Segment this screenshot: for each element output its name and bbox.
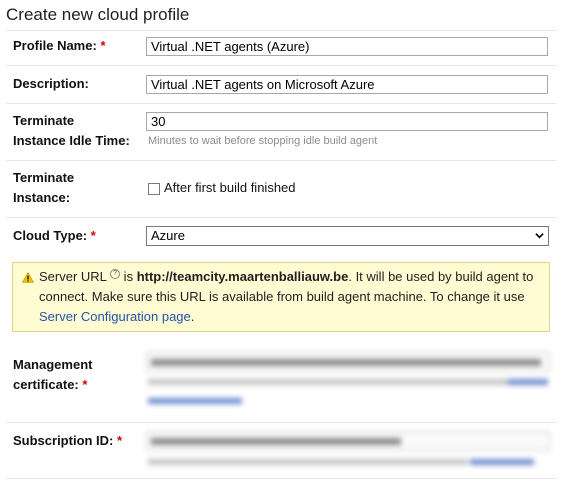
server-url-warning: Server URL ? is http://teamcity.maartenb… [12,262,550,332]
warning-text: Server URL [39,269,107,284]
terminate-instance-label: Terminate Instance: [13,170,75,205]
divider [6,30,556,31]
blurred-subscription-area [146,431,550,471]
after-first-build-checkbox[interactable] [148,183,160,195]
server-url: http://teamcity.maartenballiauw.be [136,269,349,284]
blurred-certificate-area [146,352,550,412]
idle-time-hint: Minutes to wait before stopping idle bui… [148,135,378,147]
description-label: Description: [13,76,89,91]
warning-icon [22,272,34,283]
subscription-id-input[interactable] [146,431,550,451]
cloud-type-select[interactable]: Azure [146,226,549,246]
warning-text: is [120,269,137,284]
profile-name-input[interactable] [146,37,548,56]
required-marker: * [82,377,88,392]
chevron-down-icon [535,233,544,239]
divider [6,217,556,218]
warning-text: . [190,309,195,324]
required-marker: * [100,38,106,53]
subscription-id-label: Subscription ID: * [13,433,123,448]
idle-time-label: Terminate Instance Idle Time: [13,113,130,148]
divider [6,422,556,423]
idle-time-input[interactable] [146,112,548,131]
cloud-type-value: Azure [151,228,185,243]
divider [6,103,556,104]
cloud-type-label: Cloud Type: * [13,228,96,243]
help-icon[interactable]: ? [110,269,121,279]
required-marker: * [117,433,123,448]
page-title: Create new cloud profile [6,5,190,24]
divider [6,65,556,66]
server-configuration-link[interactable]: Server Configuration page [39,309,191,324]
after-first-build-label[interactable]: After first build finished [164,180,296,195]
divider [6,478,556,479]
description-input[interactable] [146,75,548,94]
management-certificate-label: Management certificate: * [13,357,93,392]
management-certificate-input[interactable] [146,352,550,372]
profile-name-label: Profile Name: * [13,38,106,53]
divider [6,160,556,161]
required-marker: * [90,228,96,243]
